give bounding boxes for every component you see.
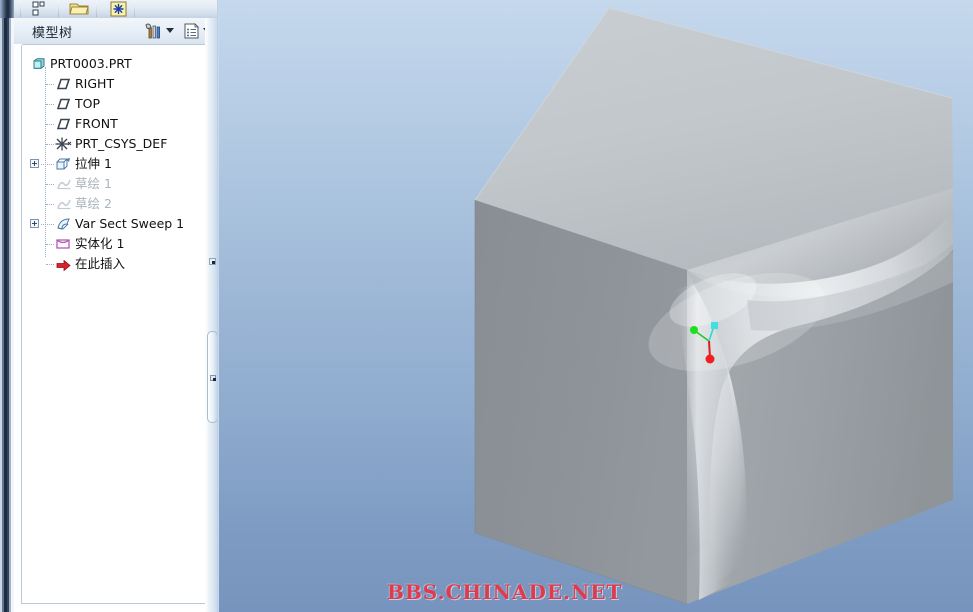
tree-expander-plus[interactable]: [30, 219, 39, 228]
tree-item-label: 草绘 2: [75, 196, 112, 211]
insert-here-arrow-icon: [56, 258, 72, 278]
tree-guide-branch: [46, 144, 54, 145]
tree-guide-branch: [41, 164, 54, 165]
tree-item-solidify[interactable]: 实体化 1: [22, 234, 212, 254]
tree-item-insert-here[interactable]: 在此插入: [22, 254, 212, 274]
tree-columns-icon[interactable]: [182, 21, 202, 44]
tree-item-label: 拉伸 1: [75, 156, 112, 171]
folder-button[interactable]: [66, 0, 92, 18]
toolbar-separator: [58, 1, 59, 17]
model-tree-title: 模型树: [32, 26, 73, 41]
forum-watermark: BBS.CHINADE.NET: [387, 580, 623, 604]
tree-item-label: PRT_CSYS_DEF: [75, 136, 168, 151]
tree-guide-branch: [46, 264, 54, 265]
model-tree-panel: 模型树 PRT0003.PRT RIGHT TOP FRONT PRT_CSYS…: [14, 18, 217, 612]
left-dock-edge: [0, 18, 14, 612]
tree-expander-plus[interactable]: [30, 159, 39, 168]
graphics-viewport[interactable]: BBS.CHINADE.NET: [217, 0, 973, 612]
tree-item-var-sect-sweep[interactable]: Var Sect Sweep 1: [22, 214, 212, 234]
tree-guide-branch: [46, 184, 54, 185]
csys-x-handle: [690, 326, 698, 334]
tree-settings-dropdown-arrow[interactable]: [166, 28, 174, 33]
splitter-handle-top[interactable]: [209, 258, 216, 265]
toolbar-dock-edge: [0, 0, 14, 18]
tree-guide-branch: [41, 224, 54, 225]
toolbar-separator: [96, 1, 97, 17]
model-tree-list[interactable]: PRT0003.PRT RIGHT TOP FRONT PRT_CSYS_DEF…: [21, 44, 213, 604]
new-feature-button[interactable]: [106, 0, 132, 18]
tree-item-label: 在此插入: [75, 256, 126, 271]
tree-item-sketch-1[interactable]: 草绘 1: [22, 174, 212, 194]
tree-guide-branch: [46, 84, 54, 85]
tree-item-datum-right[interactable]: RIGHT: [22, 74, 212, 94]
filleted-cube-solid[interactable]: [217, 0, 973, 612]
tree-item-label: FRONT: [75, 116, 118, 131]
tree-item-label: 实体化 1: [75, 236, 125, 251]
tree-settings-icon[interactable]: [142, 21, 164, 44]
tree-item-extrude[interactable]: 拉伸 1: [22, 154, 212, 174]
tree-item-label: Var Sect Sweep 1: [75, 216, 185, 231]
datum-display-button[interactable]: [26, 0, 52, 18]
tree-guide-branch: [46, 104, 54, 105]
tree-guide-branch: [46, 204, 54, 205]
tree-item-label: 草绘 1: [75, 176, 112, 191]
model-tree-header: 模型树: [14, 18, 217, 44]
csys-origin-handle: [705, 354, 715, 364]
csys-y-handle: [711, 322, 718, 329]
tree-item-datum-top[interactable]: TOP: [22, 94, 212, 114]
toolbar-separator: [134, 1, 135, 17]
tree-item-label: RIGHT: [75, 76, 115, 91]
tree-item-label: TOP: [75, 96, 101, 111]
splitter-grip-dot: [210, 375, 216, 381]
toolbar-separator: [20, 1, 21, 17]
tree-item-coordinate-system[interactable]: PRT_CSYS_DEF: [22, 134, 212, 154]
tree-item-label: PRT0003.PRT: [50, 56, 132, 71]
tree-item-datum-front[interactable]: FRONT: [22, 114, 212, 134]
tree-item-sketch-2[interactable]: 草绘 2: [22, 194, 212, 214]
tree-guide-branch: [46, 244, 54, 245]
tree-item-part[interactable]: PRT0003.PRT: [22, 54, 212, 74]
tree-guide-branch: [46, 124, 54, 125]
